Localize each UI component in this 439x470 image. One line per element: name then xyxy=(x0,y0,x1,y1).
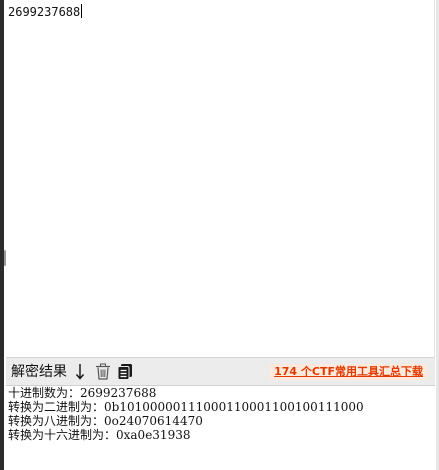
trash-icon[interactable] xyxy=(95,363,111,380)
window-left-border xyxy=(0,0,4,470)
result-label: 解密结果 xyxy=(11,364,67,380)
converter-window: 2699237688 解密结果 174 个CTF常用工具汇总下载 十进制数为：2… xyxy=(0,0,439,470)
output-line-hex: 转换为十六进制为：0xa0e31938 xyxy=(8,428,191,442)
output-panel: 十进制数为：2699237688 转换为二进制为：0b1010000011100… xyxy=(6,386,435,470)
result-toolbar: 解密结果 174 个CTF常用工具汇总下载 xyxy=(6,358,435,386)
input-text[interactable]: 2699237688 xyxy=(8,4,83,20)
text-caret xyxy=(81,4,83,18)
output-line-octal: 转换为八进制为：0o24070614470 xyxy=(8,414,203,428)
down-arrow-icon[interactable] xyxy=(75,363,85,380)
output-line-decimal: 十进制数为：2699237688 xyxy=(8,386,157,400)
input-textarea[interactable]: 2699237688 xyxy=(6,0,435,358)
input-value: 2699237688 xyxy=(8,5,81,19)
output-line-binary: 转换为二进制为：0b101000001110001100011001001110… xyxy=(8,400,364,414)
copy-icon[interactable] xyxy=(117,363,133,380)
ctf-tools-download-link[interactable]: 174 个CTF常用工具汇总下载 xyxy=(270,364,427,380)
